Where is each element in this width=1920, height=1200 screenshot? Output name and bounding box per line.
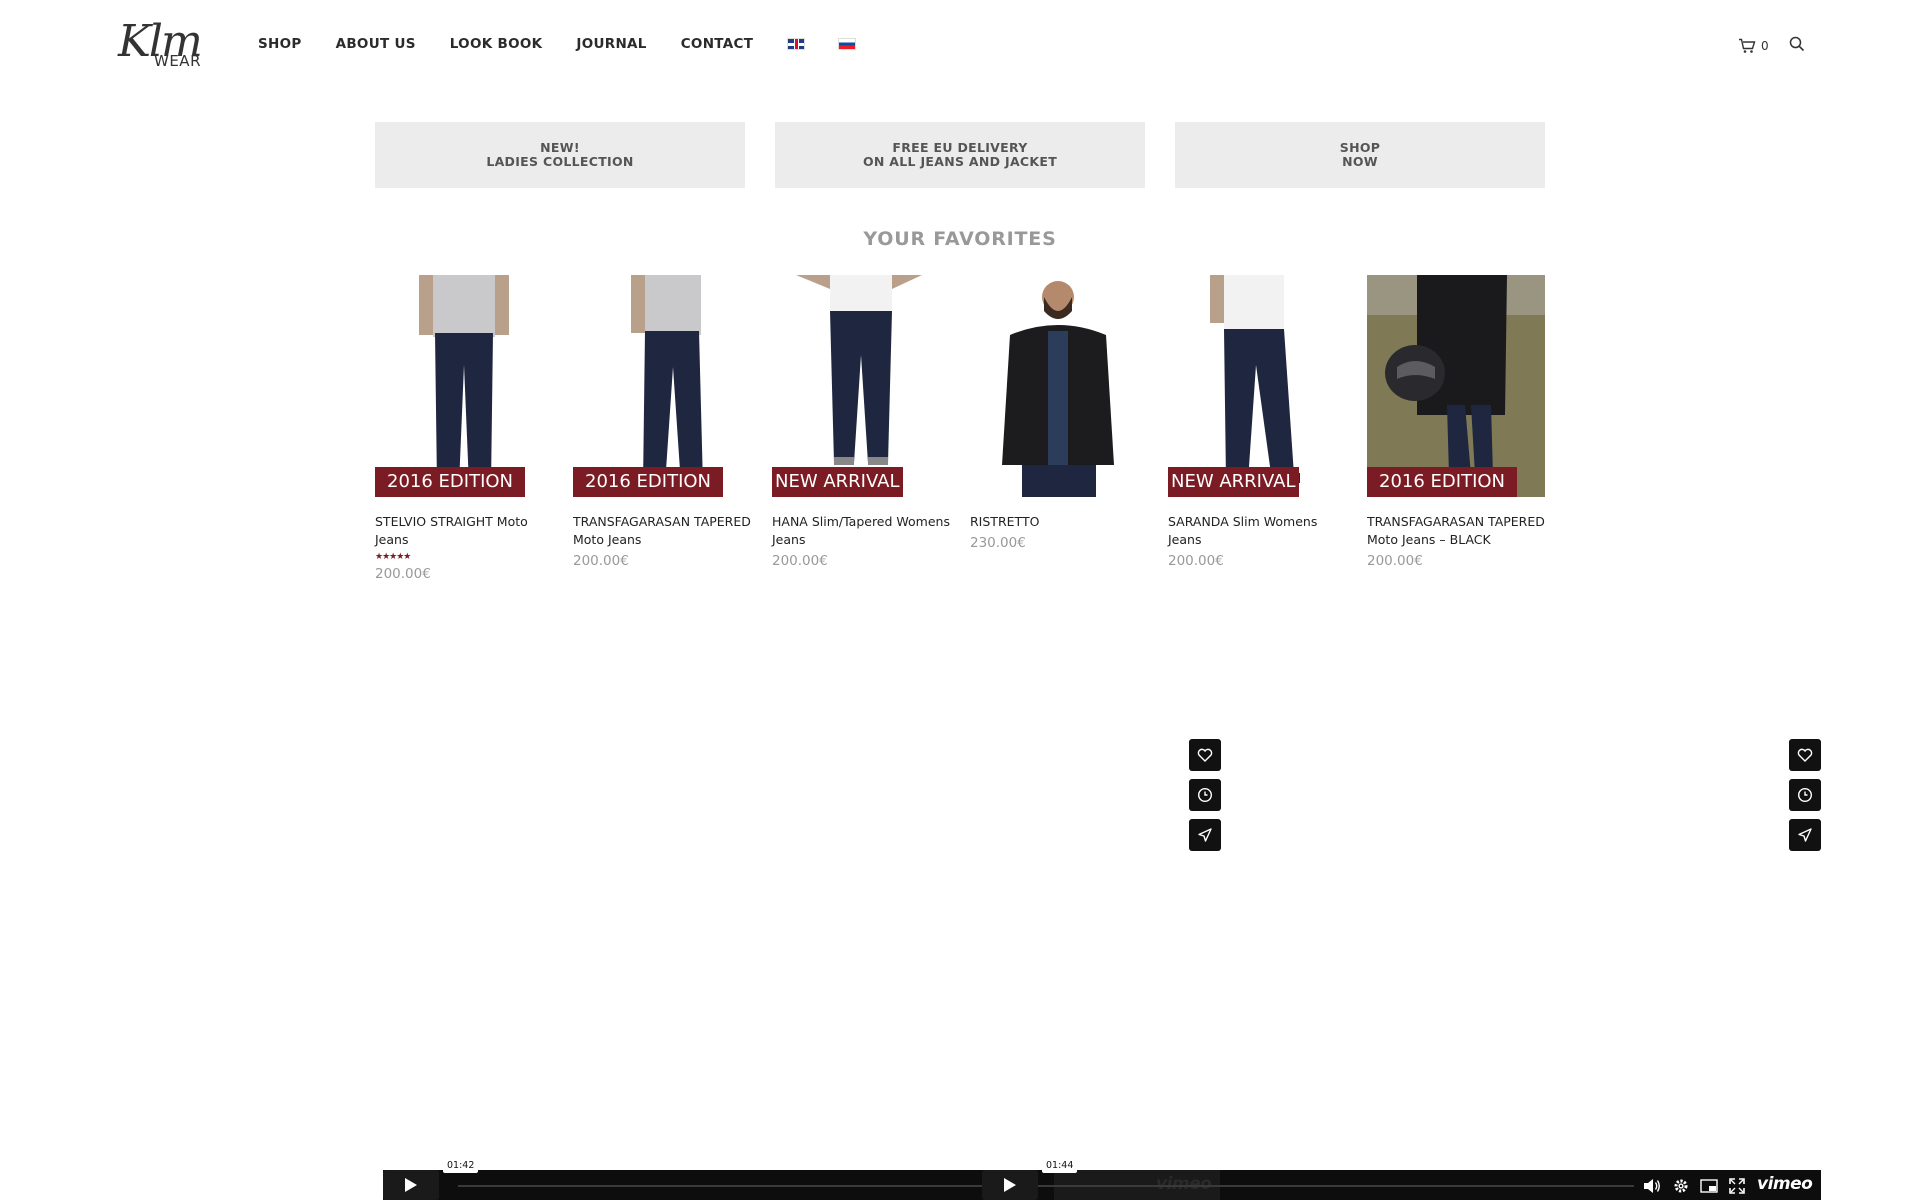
product-price: 200.00€ [772,553,828,569]
product-image[interactable]: NEW ARRIVAL [772,275,950,497]
product-name[interactable]: SARANDA Slim Womens Jeans [1168,513,1346,549]
vimeo-logo[interactable]: vimeo [1757,1174,1813,1194]
share-button[interactable] [1189,819,1221,851]
nav-look-book[interactable]: LOOK BOOK [450,36,543,52]
send-icon [1798,828,1812,842]
banner-shop-now[interactable]: SHOP NOW [1175,122,1545,188]
video-progress-track[interactable] [458,1185,1634,1187]
like-button[interactable] [1189,739,1221,771]
nav-about-us[interactable]: ABOUT US [336,36,416,52]
heart-icon [1197,748,1213,762]
banner-line1: SHOP [1339,140,1381,155]
fullscreen-icon [1729,1178,1745,1194]
nav-contact[interactable]: CONTACT [681,36,754,52]
model-jeans-image [1210,275,1300,483]
volume-button[interactable] [1642,1176,1662,1196]
clock-icon [1197,787,1213,803]
play-icon [405,1178,417,1192]
fullscreen-button[interactable] [1727,1176,1747,1196]
product-badge: 2016 EDITION [1367,467,1518,497]
product-image[interactable]: NEW ARRIVAL [1168,275,1346,497]
gear-icon [1674,1179,1688,1193]
clock-icon [1797,787,1813,803]
banner-line2: LADIES COLLECTION [486,154,634,169]
rider-helmet-image [1367,275,1545,497]
product-name[interactable]: STELVIO STRAIGHT Moto Jeans [375,513,553,549]
search-icon [1789,36,1804,52]
product-name[interactable]: TRANSFAGARASAN TAPERED Moto Jeans [573,513,751,549]
play-button[interactable] [383,1170,439,1200]
banner-line1: NEW! [540,140,580,155]
picture-in-picture-button[interactable] [1699,1176,1719,1196]
site-header: Klm WEAR SHOP ABOUT US LOOK BOOK JOURNAL… [0,0,1920,92]
play-button[interactable] [982,1170,1038,1200]
search-button[interactable] [1789,36,1805,56]
play-icon [1004,1178,1016,1192]
product-badge: 2016 EDITION [375,467,526,497]
product-price: 230.00€ [970,535,1026,551]
model-jacket-image [1002,281,1114,497]
product-price: 200.00€ [573,553,629,569]
klm-wear-logo[interactable]: Klm WEAR [118,18,214,72]
cart-icon [1739,38,1756,53]
product-price: 200.00€ [1168,553,1224,569]
vimeo-logo-faded: vimeo [1156,1174,1212,1194]
nav-shop[interactable]: SHOP [258,36,302,52]
banner-line1: FREE EU DELIVERY [892,140,1028,155]
video-timecode: 01:42 [443,1159,479,1173]
pip-icon [1700,1179,1718,1193]
heart-icon [1797,748,1813,762]
product-badge: 2016 EDITION [573,467,724,497]
send-icon [1198,828,1212,842]
cart-button[interactable]: 0 [1738,38,1769,54]
video-timecode: 01:44 [1042,1159,1078,1173]
product-card[interactable]: 2016 EDITION TRANSFAGARASAN TAPERED Moto… [1367,275,1545,569]
like-button[interactable] [1789,739,1821,771]
slovak-flag-icon[interactable] [838,38,857,50]
product-name[interactable]: HANA Slim/Tapered Womens Jeans [772,513,950,549]
volume-icon [1644,1179,1660,1193]
cart-count: 0 [1761,39,1769,53]
product-card[interactable]: NEW ARRIVAL HANA Slim/Tapered Womens Jea… [772,275,950,569]
star-rating: ★★★★★ [375,552,411,562]
product-card[interactable]: RISTRETTO 230.00€ [970,275,1148,551]
settings-button[interactable] [1671,1176,1691,1196]
header-actions: 0 [1738,36,1805,56]
model-jeans-image [796,275,922,465]
watch-later-button[interactable] [1189,779,1221,811]
banner-free-delivery[interactable]: FREE EU DELIVERY ON ALL JEANS AND JACKET [775,122,1145,188]
product-price: 200.00€ [375,566,431,582]
product-name[interactable]: TRANSFAGARASAN TAPERED Moto Jeans – BLAC… [1367,513,1545,549]
product-image[interactable]: 2016 EDITION [375,275,553,497]
product-badge: NEW ARRIVAL [772,467,903,497]
nav-journal[interactable]: JOURNAL [576,36,646,52]
product-name[interactable]: RISTRETTO [970,513,1148,531]
english-flag-icon[interactable] [787,38,806,50]
banner-ladies-collection[interactable]: NEW! LADIES COLLECTION [375,122,745,188]
share-button[interactable] [1789,819,1821,851]
product-card[interactable]: NEW ARRIVAL SARANDA Slim Womens Jeans 20… [1168,275,1346,569]
model-jeans-image [419,275,509,487]
watch-later-button[interactable] [1789,779,1821,811]
product-card[interactable]: 2016 EDITION STELVIO STRAIGHT Moto Jeans… [375,275,553,582]
product-badge: NEW ARRIVAL [1168,467,1299,497]
banner-line2: ON ALL JEANS AND JACKET [862,154,1058,169]
product-card[interactable]: 2016 EDITION TRANSFAGARASAN TAPERED Moto… [573,275,751,569]
product-image[interactable]: 2016 EDITION [573,275,751,497]
product-price: 200.00€ [1367,553,1423,569]
section-title: YOUR FAVORITES [863,228,1057,250]
product-image[interactable]: 2016 EDITION [1367,275,1545,497]
banner-line2: NOW [1342,154,1378,169]
model-jeans-image [631,275,703,487]
main-nav: SHOP ABOUT US LOOK BOOK JOURNAL CONTACT [258,36,889,52]
product-image[interactable] [970,275,1148,497]
logo-subtitle: WEAR [154,52,201,70]
